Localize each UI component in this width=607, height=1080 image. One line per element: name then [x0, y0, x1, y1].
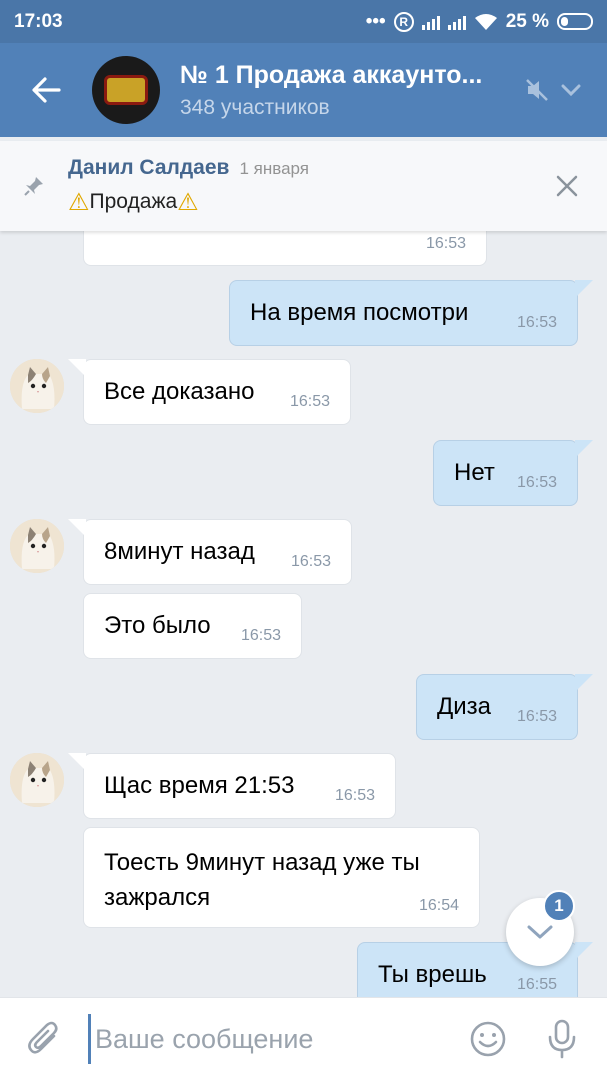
- message-text: 8минут назад: [104, 538, 255, 565]
- chevron-down-icon: [527, 925, 553, 939]
- status-time: 17:03: [14, 10, 63, 32]
- message-time: 16:53: [289, 393, 330, 410]
- pinned-date: 1 января: [239, 158, 309, 178]
- message-text: На время посмотри: [250, 299, 469, 326]
- more-dots-icon: •••: [365, 10, 386, 32]
- message-time: 16:53: [516, 474, 557, 491]
- message-input-bar: [0, 997, 607, 1080]
- signal-icon-2: [447, 14, 466, 30]
- chat-avatar[interactable]: [92, 56, 160, 124]
- warning-icon: ⚠: [177, 188, 199, 216]
- message-outgoing[interactable]: Диза 16:53: [416, 674, 593, 740]
- message-time: 16:54: [418, 897, 459, 914]
- message-outgoing[interactable]: Нет 16:53: [433, 440, 593, 506]
- battery-text: 25 %: [505, 10, 549, 32]
- message-text: Все доказано: [104, 378, 255, 405]
- message-incoming[interactable]: Все доказано 16:53: [68, 359, 351, 425]
- paperclip-icon: [28, 1021, 58, 1054]
- message-time: 16:53: [240, 627, 281, 644]
- message-time: 16:55: [516, 976, 557, 993]
- message-incoming[interactable]: Тоесть 9минут назад уже ты зажрался 16:5…: [83, 827, 480, 928]
- signal-icon: [421, 14, 440, 30]
- group-logo: [104, 75, 148, 105]
- avatar[interactable]: [10, 359, 64, 413]
- close-pinned-button[interactable]: [527, 174, 607, 198]
- emoji-icon[interactable]: [469, 1020, 507, 1058]
- message-text: Ты врешь: [378, 961, 487, 988]
- avatar[interactable]: [10, 519, 64, 573]
- message-time: 16:53: [516, 314, 557, 331]
- message-input[interactable]: [88, 1014, 449, 1064]
- unread-badge: 1: [543, 890, 575, 922]
- wifi-icon: [474, 13, 497, 30]
- chat-title: № 1 Продажа аккаунто...: [180, 60, 483, 89]
- status-bar: 17:03 ••• R 25 %: [0, 0, 607, 43]
- pinned-message[interactable]: Данил Салдаев 1 января ⚠ Продажа ⚠: [0, 141, 607, 231]
- message-text: Это было: [104, 612, 211, 639]
- message-time: 16:53: [290, 553, 331, 570]
- pinned-author: Данил Салдаев: [68, 155, 230, 179]
- registered-icon: R: [393, 11, 414, 32]
- arrow-left-icon: [32, 77, 61, 103]
- chevron-down-icon[interactable]: [561, 83, 581, 97]
- message-text: Диза: [437, 693, 492, 720]
- avatar[interactable]: [10, 753, 64, 807]
- message-incoming[interactable]: Это было 16:53: [83, 593, 302, 659]
- message-incoming[interactable]: Щас время 21:53 16:53: [68, 753, 396, 819]
- message-text: Щас время 21:53: [104, 772, 295, 799]
- pin-icon: [0, 175, 68, 197]
- attach-button[interactable]: [0, 1020, 88, 1058]
- message-time: 16:53: [334, 787, 375, 804]
- battery-icon: [557, 13, 593, 30]
- mute-icon[interactable]: [525, 78, 551, 102]
- microphone-icon[interactable]: [547, 1019, 577, 1059]
- message-incoming[interactable]: 8минут назад 16:53: [68, 519, 352, 585]
- back-button[interactable]: [0, 43, 92, 137]
- message-time: 16:53: [516, 708, 557, 725]
- warning-icon: ⚠: [68, 188, 90, 216]
- message-text: Нет: [454, 459, 495, 486]
- close-icon: [556, 175, 578, 197]
- message-outgoing[interactable]: На время посмотри 16:53: [229, 280, 593, 346]
- message-time: 16:53: [425, 235, 466, 252]
- chat-members-count: 348 участников: [180, 95, 330, 119]
- pinned-text: Продажа: [89, 190, 178, 213]
- chat-title-block[interactable]: № 1 Продажа аккаунто... 348 участников: [180, 61, 525, 120]
- chat-header: № 1 Продажа аккаунто... 348 участников: [0, 43, 607, 137]
